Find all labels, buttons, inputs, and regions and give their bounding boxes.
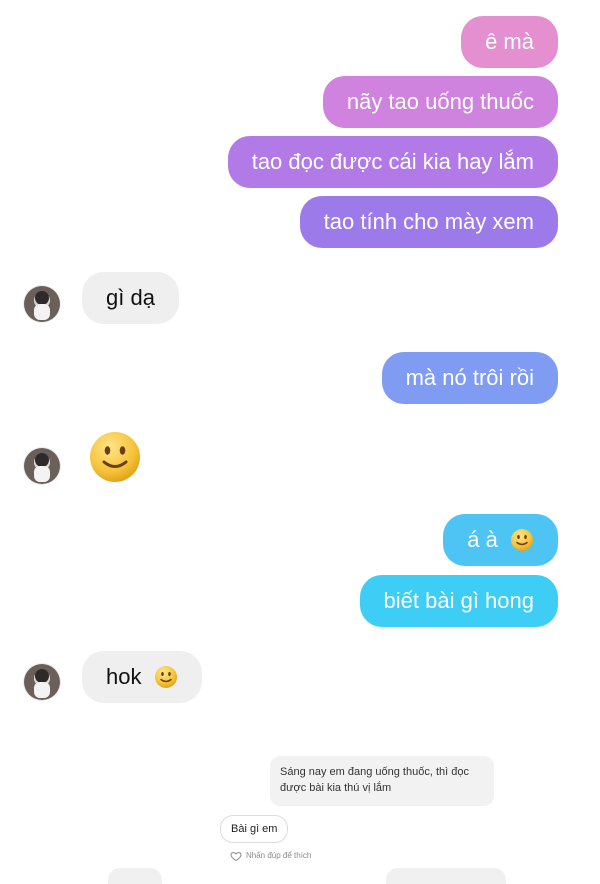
chat-screen: ê mà nãy tao uống thuốc tao đọc được cái… [0, 0, 600, 884]
double-tap-like-hint: Nhấn đúp để thích [230, 849, 311, 863]
outgoing-message[interactable]: biết bài gì hong [359, 575, 558, 627]
embedded-message-preview: Sáng nay em đang uống thuốc, thì đọc đượ… [270, 756, 494, 806]
message-text: ê mà [485, 29, 534, 54]
slightly-smiling-face-icon [154, 665, 177, 688]
message-text: biết bài gì hong [383, 588, 534, 613]
outgoing-message[interactable]: mà nó trôi rồi [381, 352, 558, 404]
outgoing-message[interactable]: á à [443, 514, 558, 566]
message-text: mà nó trôi rồi [405, 365, 534, 390]
heart-outline-icon [230, 851, 242, 862]
message-text: hok [106, 664, 142, 689]
outgoing-message[interactable]: nãy tao uống thuốc [322, 76, 558, 128]
cropped-message-bubble [108, 868, 162, 884]
embedded-preview-text: Sáng nay em đang uống thuốc, thì đọc đượ… [280, 766, 469, 794]
slightly-smiling-face-icon[interactable] [88, 430, 142, 484]
message-text: tao đọc được cái kia hay lắm [251, 149, 534, 174]
slightly-smiling-face-icon [511, 528, 533, 551]
message-text: tao tính cho mày xem [323, 209, 534, 234]
incoming-message[interactable]: hok [82, 651, 202, 703]
message-text: á à [467, 527, 498, 552]
contact-avatar[interactable] [24, 286, 60, 322]
message-text: gì dạ [106, 285, 155, 310]
outgoing-message[interactable]: ê mà [461, 16, 558, 68]
contact-avatar[interactable] [24, 664, 60, 700]
like-hint-text: Nhấn đúp để thích [246, 851, 312, 860]
embedded-reply-text: Bài gì em [231, 823, 278, 835]
embedded-reply-bubble: Bài gì em [220, 815, 289, 843]
cropped-message-bubble [386, 868, 506, 884]
message-text: nãy tao uống thuốc [346, 89, 534, 114]
outgoing-message[interactable]: tao tính cho mày xem [299, 196, 558, 248]
contact-avatar[interactable] [24, 448, 60, 484]
incoming-message[interactable]: gì dạ [82, 272, 179, 324]
outgoing-message[interactable]: tao đọc được cái kia hay lắm [227, 136, 558, 188]
